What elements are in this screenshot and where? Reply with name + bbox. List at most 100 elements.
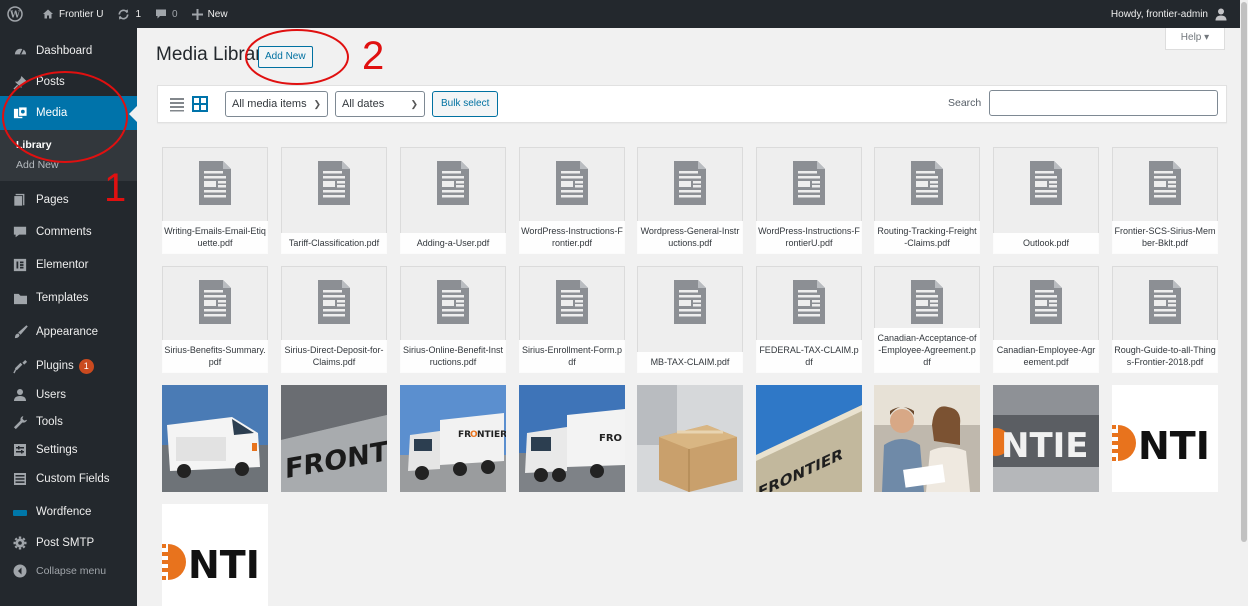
gear-icon — [12, 535, 28, 551]
sidebar-item-posts[interactable]: Posts — [0, 68, 137, 96]
attachment-document[interactable]: Sirius-Enrollment-Form.pdf — [519, 266, 625, 373]
attachment-logo-nti[interactable]: NTI — [1112, 385, 1218, 492]
page-scrollbar[interactable] — [1240, 0, 1248, 606]
chevron-down-icon: ❯ — [410, 99, 418, 109]
attachment-photo-frontier-sign[interactable]: FRONTIER — [281, 385, 387, 492]
sign-text: NTIE — [1001, 426, 1089, 466]
scrollbar-thumb[interactable] — [1241, 2, 1247, 542]
attachment-document[interactable]: Canadian-Employee-Agreement.pdf — [993, 266, 1099, 373]
sidebar-item-templates[interactable]: Templates — [0, 283, 137, 313]
attachment-photo-sign-ntie[interactable]: NTIE — [993, 385, 1099, 492]
document-icon — [437, 280, 469, 327]
pages-icon — [12, 192, 28, 208]
document-icon — [556, 280, 588, 327]
attachment-filename: Frontier-SCS-Sirius-Member-Bklt.pdf — [1112, 221, 1218, 254]
document-icon — [556, 161, 588, 208]
search-input[interactable] — [989, 90, 1218, 116]
add-new-button[interactable]: Add New — [258, 46, 313, 68]
sidebar-item-elementor[interactable]: Elementor — [0, 247, 137, 283]
svg-text:NTIER: NTIER — [477, 430, 506, 440]
settings-icon — [12, 442, 28, 458]
attachment-filename: FEDERAL-TAX-CLAIM.pdf — [756, 340, 862, 373]
attachment-photo-box[interactable] — [637, 385, 743, 492]
sidebar-item-tools[interactable]: Tools — [0, 408, 137, 436]
dashboard-icon — [12, 43, 28, 59]
comment-bubble-icon — [156, 9, 167, 19]
submenu-item-library[interactable]: Library — [0, 135, 137, 155]
attachment-document[interactable]: Adding-a-User.pdf — [400, 147, 506, 254]
date-filter[interactable]: All dates ❯ — [335, 91, 425, 117]
attachment-photo-truck[interactable]: FR O NTIER — [400, 385, 506, 492]
chevron-down-icon: ❯ — [313, 99, 321, 109]
attachment-document[interactable]: Sirius-Direct-Deposit-for-Claims.pdf — [281, 266, 387, 373]
attachment-filename: WordPress-Instructions-Frontier.pdf — [519, 221, 625, 254]
fields-icon — [12, 471, 28, 487]
user-icon — [12, 387, 28, 403]
my-account-link[interactable]: Howdy, frontier-admin — [1104, 0, 1240, 28]
document-icon — [199, 280, 231, 327]
plus-icon — [191, 8, 203, 20]
grid-view-icon[interactable] — [192, 96, 208, 115]
attachment-document[interactable]: FEDERAL-TAX-CLAIM.pdf — [756, 266, 862, 373]
document-icon — [1030, 280, 1062, 327]
elementor-icon — [12, 257, 28, 273]
sidebar-item-wordfence[interactable]: Wordfence — [0, 494, 137, 530]
attachment-document[interactable]: MB-TAX-CLAIM.pdf — [637, 266, 743, 373]
attachment-document[interactable]: Canadian-Acceptance-of-Employee-Agreemen… — [874, 266, 980, 373]
logo-text: NTI — [188, 543, 260, 587]
sidebar-item-plugins[interactable]: Plugins 1 — [0, 351, 137, 381]
attachment-filename: Outlook.pdf — [993, 233, 1099, 254]
attachment-photo-van[interactable] — [162, 385, 268, 492]
attachment-filename: Routing-Tracking-Freight-Claims.pdf — [874, 221, 980, 254]
sidebar-item-users[interactable]: Users — [0, 381, 137, 408]
new-content-link[interactable]: New — [185, 0, 235, 28]
sidebar-item-media[interactable]: Media — [0, 96, 137, 130]
attachment-filename: Writing-Emails-Email-Etiquette.pdf — [162, 221, 268, 254]
media-toolbar: All media items ❯ All dates ❯ Bulk selec… — [157, 85, 1227, 123]
sidebar-item-custom-fields[interactable]: Custom Fields — [0, 464, 137, 494]
sidebar-item-settings[interactable]: Settings — [0, 436, 137, 464]
wrench-icon — [12, 414, 28, 430]
attachment-photo-truck-2[interactable]: FRO — [519, 385, 625, 492]
attachment-document[interactable]: Writing-Emails-Email-Etiquette.pdf — [162, 147, 268, 254]
document-icon — [1030, 161, 1062, 208]
list-view-icon[interactable] — [169, 96, 185, 115]
attachment-document[interactable]: Routing-Tracking-Freight-Claims.pdf — [874, 147, 980, 254]
svg-text:W: W — [9, 11, 21, 21]
attachment-document[interactable]: Tariff-Classification.pdf — [281, 147, 387, 254]
site-name-link[interactable]: Frontier U — [35, 0, 110, 28]
attachment-document[interactable]: Sirius-Benefits-Summary.pdf — [162, 266, 268, 373]
attachment-filename: Sirius-Enrollment-Form.pdf — [519, 340, 625, 373]
attachment-filename: Sirius-Online-Benefit-Instructions.pdf — [400, 340, 506, 373]
sidebar-item-post-smtp[interactable]: Post SMTP — [0, 530, 137, 556]
collapse-menu-button[interactable]: Collapse menu — [0, 556, 137, 586]
attachment-document[interactable]: WordPress-Instructions-Frontier.pdf — [519, 147, 625, 254]
help-tab-button[interactable]: Help ▾ — [1165, 28, 1225, 50]
attachment-document[interactable]: WordPress-Instructions-FrontierU.pdf — [756, 147, 862, 254]
attachment-photo-building[interactable]: FRONTIER — [756, 385, 862, 492]
sidebar-item-dashboard[interactable]: Dashboard — [0, 34, 137, 68]
comment-icon — [12, 224, 28, 240]
comments-count: 0 — [172, 8, 178, 20]
site-name: Frontier U — [59, 8, 104, 20]
media-icon — [12, 105, 28, 121]
attachment-filename: WordPress-Instructions-FrontierU.pdf — [756, 221, 862, 254]
comments-link[interactable]: 0 — [148, 0, 185, 28]
attachment-document[interactable]: Sirius-Online-Benefit-Instructions.pdf — [400, 266, 506, 373]
logo-text: NTI — [1138, 424, 1210, 468]
document-icon — [1149, 161, 1181, 208]
attachment-logo-nti-2[interactable]: NTI — [162, 504, 268, 606]
wordpress-logo-icon[interactable]: W — [0, 0, 35, 28]
attachment-document[interactable]: Wordpress-General-Instructions.pdf — [637, 147, 743, 254]
sidebar-item-comments[interactable]: Comments — [0, 217, 137, 247]
media-type-filter[interactable]: All media items ❯ — [225, 91, 328, 117]
attachment-photo-people[interactable] — [874, 385, 980, 492]
updates-link[interactable]: 1 — [110, 0, 148, 28]
bulk-select-button[interactable]: Bulk select — [432, 91, 499, 117]
attachment-document[interactable]: Rough-Guide-to-all-Things-Frontier-2018.… — [1112, 266, 1218, 373]
attachment-filename: Rough-Guide-to-all-Things-Frontier-2018.… — [1112, 340, 1218, 373]
sidebar-item-appearance[interactable]: Appearance — [0, 313, 137, 351]
attachment-document[interactable]: Frontier-SCS-Sirius-Member-Bklt.pdf — [1112, 147, 1218, 254]
document-icon — [911, 280, 943, 327]
attachment-document[interactable]: Outlook.pdf — [993, 147, 1099, 254]
